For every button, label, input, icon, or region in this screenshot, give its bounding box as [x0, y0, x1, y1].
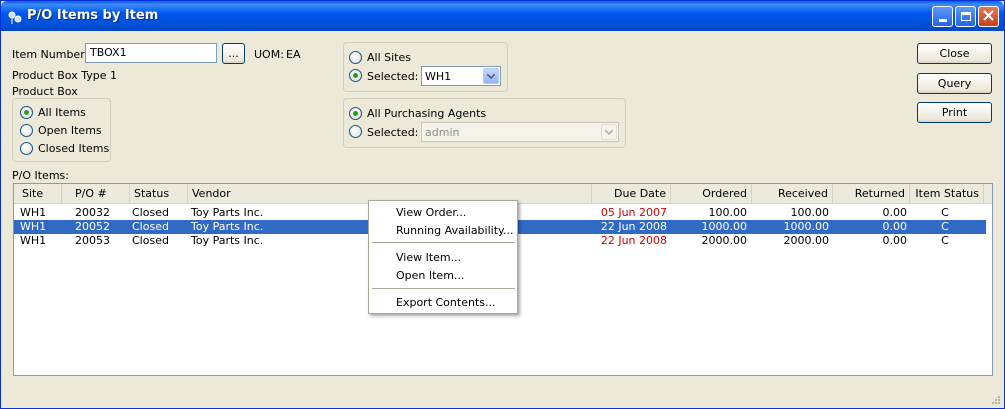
item-number-label: Item Number: [12, 48, 89, 61]
all-items-label[interactable]: All Items [38, 106, 86, 119]
menu-item-view-item[interactable]: View Item... [370, 249, 516, 267]
menu-item-open-item[interactable]: Open Item... [370, 267, 516, 285]
column-header-received[interactable]: Received [752, 184, 833, 204]
cell-ordered: 1000.00 [701, 220, 748, 233]
site-select[interactable]: WH1 [421, 66, 501, 86]
cell-po-number: 20032 [75, 206, 110, 219]
agent-select[interactable]: admin [421, 122, 619, 142]
chevron-down-icon[interactable] [483, 68, 499, 84]
print-button[interactable]: Print [917, 102, 992, 123]
resize-grip-icon[interactable] [989, 393, 1001, 405]
po-items-by-item-window: P/O Items by Item Item Number: TBOX1 ...… [0, 0, 1005, 409]
selected-site-label[interactable]: Selected: [367, 70, 418, 83]
column-header-status[interactable]: Status [130, 184, 188, 204]
selected-agent-label[interactable]: Selected: [367, 126, 418, 139]
selected-site-radio[interactable] [349, 69, 362, 82]
closed-items-label[interactable]: Closed Items [38, 142, 109, 155]
close-icon [983, 9, 994, 24]
menu-item-view-order[interactable]: View Order... [370, 204, 516, 222]
cell-site: WH1 [20, 234, 47, 247]
item-lookup-button[interactable]: ... [222, 43, 245, 64]
cell-received: 1000.00 [783, 220, 830, 233]
menu-separator [372, 288, 515, 289]
selected-agent-radio[interactable] [349, 125, 362, 138]
agent-select-value: admin [425, 126, 460, 139]
cell-returned: 0.00 [882, 206, 908, 219]
column-header-ordered[interactable]: Ordered [671, 184, 752, 204]
cell-po-number: 20052 [75, 220, 110, 233]
all-items-radio[interactable] [20, 106, 33, 119]
menu-separator [372, 242, 515, 243]
menu-item-running-availability[interactable]: Running Availability... [370, 222, 516, 240]
cell-received: 2000.00 [783, 234, 830, 247]
column-header-due-date[interactable]: Due Date [592, 184, 671, 204]
cell-item-status: C [941, 234, 949, 247]
cell-status: Closed [132, 220, 169, 233]
chevron-down-icon[interactable] [601, 124, 617, 140]
open-items-label[interactable]: Open Items [38, 124, 102, 137]
cell-ordered: 100.00 [708, 206, 748, 219]
uom-value: EA [286, 48, 301, 61]
all-agents-radio[interactable] [349, 107, 362, 120]
column-header-returned[interactable]: Returned [833, 184, 910, 204]
cell-ordered: 2000.00 [701, 234, 748, 247]
item-number-input[interactable]: TBOX1 [85, 43, 217, 63]
cell-vendor: Toy Parts Inc. [191, 206, 264, 219]
cell-po-number: 20053 [75, 234, 110, 247]
maximize-icon [960, 12, 971, 21]
column-header-site[interactable]: Site [14, 184, 62, 204]
cell-returned: 0.00 [882, 220, 908, 233]
item-description-1: Product Box Type 1 [12, 69, 117, 82]
cell-due-date: 22 Jun 2008 [600, 220, 667, 233]
cell-due-date: 05 Jun 2007 [600, 206, 667, 219]
closed-items-radio[interactable] [20, 142, 33, 155]
cell-status: Closed [132, 206, 169, 219]
window-title: P/O Items by Item [27, 8, 159, 23]
all-sites-radio[interactable] [349, 51, 362, 64]
cell-vendor: Toy Parts Inc. [191, 234, 264, 247]
cell-status: Closed [132, 234, 169, 247]
all-sites-label[interactable]: All Sites [367, 51, 411, 64]
all-agents-label[interactable]: All Purchasing Agents [367, 107, 486, 120]
cell-due-date: 22 Jun 2008 [600, 234, 667, 247]
cell-item-status: C [941, 206, 949, 219]
cell-site: WH1 [20, 206, 47, 219]
cell-item-status: C [941, 220, 949, 233]
uom-label: UOM: [254, 48, 284, 61]
po-items-label: P/O Items: [12, 169, 69, 182]
app-icon [7, 9, 23, 25]
column-header-po-number[interactable]: P/O # [62, 184, 130, 204]
close-window-button[interactable] [978, 6, 999, 27]
column-header-item-status[interactable]: Item Status [910, 184, 984, 204]
context-menu: View Order... Running Availability... Vi… [368, 200, 518, 314]
cell-returned: 0.00 [882, 234, 908, 247]
open-items-radio[interactable] [20, 124, 33, 137]
title-bar[interactable]: P/O Items by Item [1, 1, 1004, 31]
site-select-value: WH1 [425, 70, 452, 83]
minimize-icon [938, 19, 947, 22]
cell-site: WH1 [20, 220, 47, 233]
cell-vendor: Toy Parts Inc. [191, 220, 264, 233]
close-button[interactable]: Close [917, 43, 992, 64]
menu-item-export-contents[interactable]: Export Contents... [370, 294, 516, 312]
cell-received: 100.00 [790, 206, 830, 219]
minimize-button[interactable] [932, 6, 953, 27]
item-description-2: Product Box [12, 85, 78, 98]
maximize-button[interactable] [955, 6, 976, 27]
query-button[interactable]: Query [917, 73, 992, 94]
